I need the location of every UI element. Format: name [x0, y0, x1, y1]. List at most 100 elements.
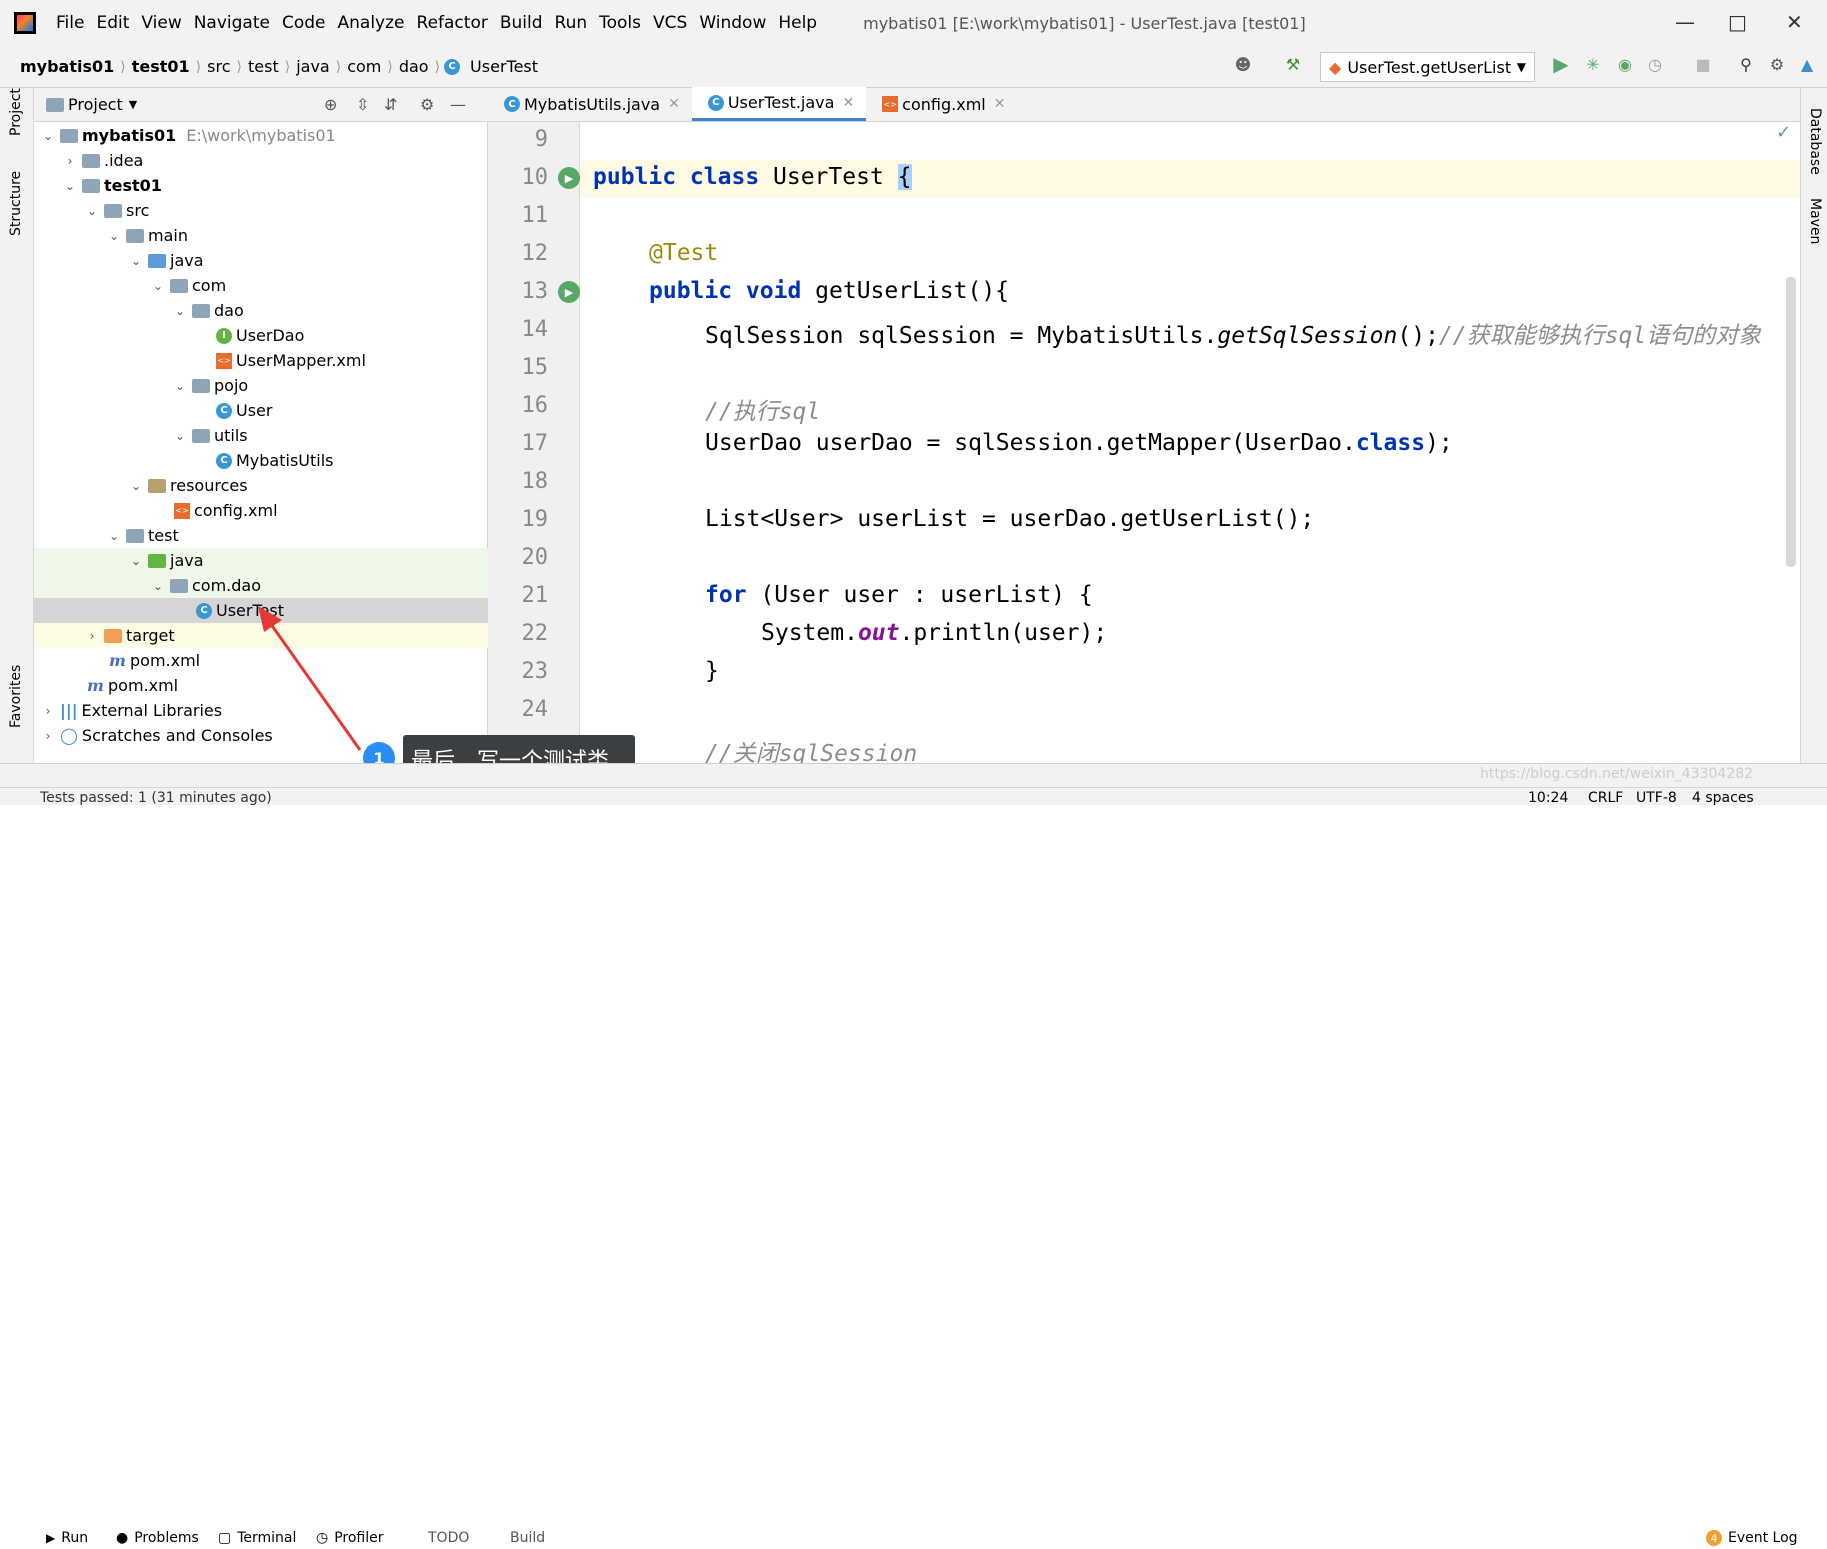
tree-item[interactable]: ⌄ src: [34, 198, 488, 223]
chevron-down-icon[interactable]: ⌄: [128, 254, 144, 268]
tree-item[interactable]: C User: [34, 398, 488, 423]
indent-setting[interactable]: 4 spaces: [1692, 790, 1754, 806]
chevron-down-icon[interactable]: ⌄: [150, 579, 166, 593]
maven-tool-button[interactable]: Maven: [1807, 198, 1823, 244]
menu-analyze[interactable]: Analyze: [332, 13, 411, 33]
chevron-down-icon[interactable]: ⌄: [106, 229, 122, 243]
plugin-icon[interactable]: ▲: [1796, 53, 1818, 75]
maximize-icon[interactable]: □: [1728, 10, 1747, 34]
tree-item[interactable]: <> UserMapper.xml: [34, 348, 488, 373]
menu-refactor[interactable]: Refactor: [411, 13, 494, 33]
breadcrumb-java[interactable]: java: [290, 57, 336, 76]
tool-run[interactable]: ▶ Run: [46, 1527, 88, 1549]
expand-all-icon[interactable]: ⇳: [356, 95, 369, 114]
chevron-down-icon[interactable]: ⌄: [172, 429, 188, 443]
tool-profiler[interactable]: ◷ Profiler: [316, 1527, 384, 1549]
hide-panel-icon[interactable]: —: [450, 95, 466, 114]
tree-item[interactable]: ⌄ utils: [34, 423, 488, 448]
chevron-right-icon[interactable]: ›: [84, 629, 100, 643]
database-tool-button[interactable]: Database: [1807, 108, 1823, 175]
chevron-down-icon[interactable]: ⌄: [62, 179, 78, 193]
build-hammer-icon[interactable]: ⚒: [1282, 53, 1304, 75]
chevron-right-icon[interactable]: ›: [40, 729, 56, 743]
chevron-down-icon[interactable]: ⌄: [172, 379, 188, 393]
tab-usertest[interactable]: C UserTest.java ✕: [691, 87, 867, 121]
breadcrumb-test[interactable]: test: [242, 57, 285, 76]
menu-navigate[interactable]: Navigate: [188, 13, 276, 33]
close-icon[interactable]: ✕: [842, 95, 854, 111]
code-editor[interactable]: 9 10 11 12 13 14 15 16 17 18 19 20 21 22…: [488, 122, 1800, 763]
structure-tool-button[interactable]: Structure: [8, 171, 24, 236]
tree-item[interactable]: ⌄ com.dao: [34, 573, 488, 598]
breadcrumb-src[interactable]: src: [201, 57, 236, 76]
menu-build[interactable]: Build: [494, 13, 549, 33]
tree-item[interactable]: I UserDao: [34, 323, 488, 348]
gear-icon[interactable]: ⚙: [420, 95, 434, 114]
menu-window[interactable]: Window: [693, 13, 772, 33]
breadcrumb-project[interactable]: mybatis01: [14, 57, 120, 76]
menu-help[interactable]: Help: [772, 13, 823, 33]
chevron-down-icon[interactable]: ⌄: [84, 204, 100, 218]
menu-view[interactable]: View: [135, 13, 187, 33]
tool-build[interactable]: Build: [510, 1527, 545, 1549]
line-separator[interactable]: CRLF: [1588, 790, 1623, 806]
menu-code[interactable]: Code: [276, 13, 332, 33]
chevron-right-icon[interactable]: ›: [40, 704, 56, 718]
tree-item[interactable]: ⌄ java: [34, 248, 488, 273]
event-log-button[interactable]: 4 Event Log: [1706, 1527, 1798, 1549]
tree-item[interactable]: ⌄ com: [34, 273, 488, 298]
chevron-right-icon[interactable]: ›: [62, 154, 78, 168]
project-tool-button[interactable]: Project: [8, 88, 24, 136]
file-encoding[interactable]: UTF-8: [1636, 790, 1677, 806]
stop-icon[interactable]: ■: [1692, 53, 1714, 75]
coverage-icon[interactable]: ◉: [1614, 53, 1636, 75]
tool-terminal[interactable]: ▢ Terminal: [218, 1527, 296, 1549]
menu-vcs[interactable]: VCS: [647, 13, 693, 33]
breadcrumb-com[interactable]: com: [341, 57, 387, 76]
close-icon[interactable]: ✕: [668, 96, 680, 112]
chevron-down-icon[interactable]: ▼: [129, 98, 137, 111]
minimize-icon[interactable]: —: [1675, 10, 1695, 34]
favorites-tool-button[interactable]: Favorites: [8, 665, 24, 728]
cursor-position[interactable]: 10:24: [1528, 790, 1568, 806]
chevron-down-icon[interactable]: ⌄: [150, 279, 166, 293]
breadcrumb-dao[interactable]: dao: [393, 57, 435, 76]
tree-item[interactable]: ⌄ java: [34, 548, 488, 573]
chevron-down-icon[interactable]: ⌄: [172, 304, 188, 318]
tab-mybatisutils[interactable]: C MybatisUtils.java ✕: [488, 87, 692, 121]
tree-item[interactable]: ⌄ test: [34, 523, 488, 548]
chevron-down-icon[interactable]: ⌄: [128, 554, 144, 568]
vertical-scrollbar[interactable]: [1786, 277, 1796, 567]
run-test-icon[interactable]: ▶: [558, 167, 580, 189]
tree-item[interactable]: › .idea: [34, 148, 488, 173]
menu-file[interactable]: File: [50, 13, 90, 33]
breadcrumb-module[interactable]: test01: [126, 57, 196, 76]
tree-item[interactable]: ⌄ dao: [34, 298, 488, 323]
tab-config-xml[interactable]: <> config.xml ✕: [866, 87, 1017, 121]
tree-item[interactable]: ⌄ resources: [34, 473, 488, 498]
menu-run[interactable]: Run: [549, 13, 594, 33]
locate-icon[interactable]: ⊕: [324, 95, 337, 114]
tool-todo[interactable]: TODO: [428, 1527, 469, 1549]
tree-item[interactable]: <> config.xml: [34, 498, 488, 523]
tree-item[interactable]: C MybatisUtils: [34, 448, 488, 473]
tree-item[interactable]: ⌄ pojo: [34, 373, 488, 398]
user-icon[interactable]: ☻: [1232, 53, 1254, 75]
tree-item[interactable]: ⌄ mybatis01 E:\work\mybatis01: [34, 123, 488, 148]
run-icon[interactable]: ▶: [1550, 52, 1572, 76]
tree-item[interactable]: ⌄ test01: [34, 173, 488, 198]
chevron-down-icon[interactable]: ⌄: [40, 129, 56, 143]
chevron-down-icon[interactable]: ⌄: [106, 529, 122, 543]
run-configuration-select[interactable]: ◆ UserTest.getUserList ▼: [1320, 52, 1535, 82]
search-icon[interactable]: ⚲: [1735, 53, 1757, 75]
close-icon[interactable]: ✕: [994, 96, 1006, 112]
debug-icon[interactable]: ✳: [1582, 53, 1604, 75]
project-panel-title[interactable]: Project: [68, 95, 123, 114]
tool-problems[interactable]: ● Problems: [116, 1527, 199, 1549]
inspection-ok-icon[interactable]: ✓: [1776, 122, 1791, 143]
collapse-all-icon[interactable]: ⇵: [384, 95, 397, 114]
close-icon[interactable]: ✕: [1786, 10, 1803, 34]
menu-edit[interactable]: Edit: [90, 13, 135, 33]
menu-tools[interactable]: Tools: [593, 13, 647, 33]
tree-item[interactable]: ⌄ main: [34, 223, 488, 248]
